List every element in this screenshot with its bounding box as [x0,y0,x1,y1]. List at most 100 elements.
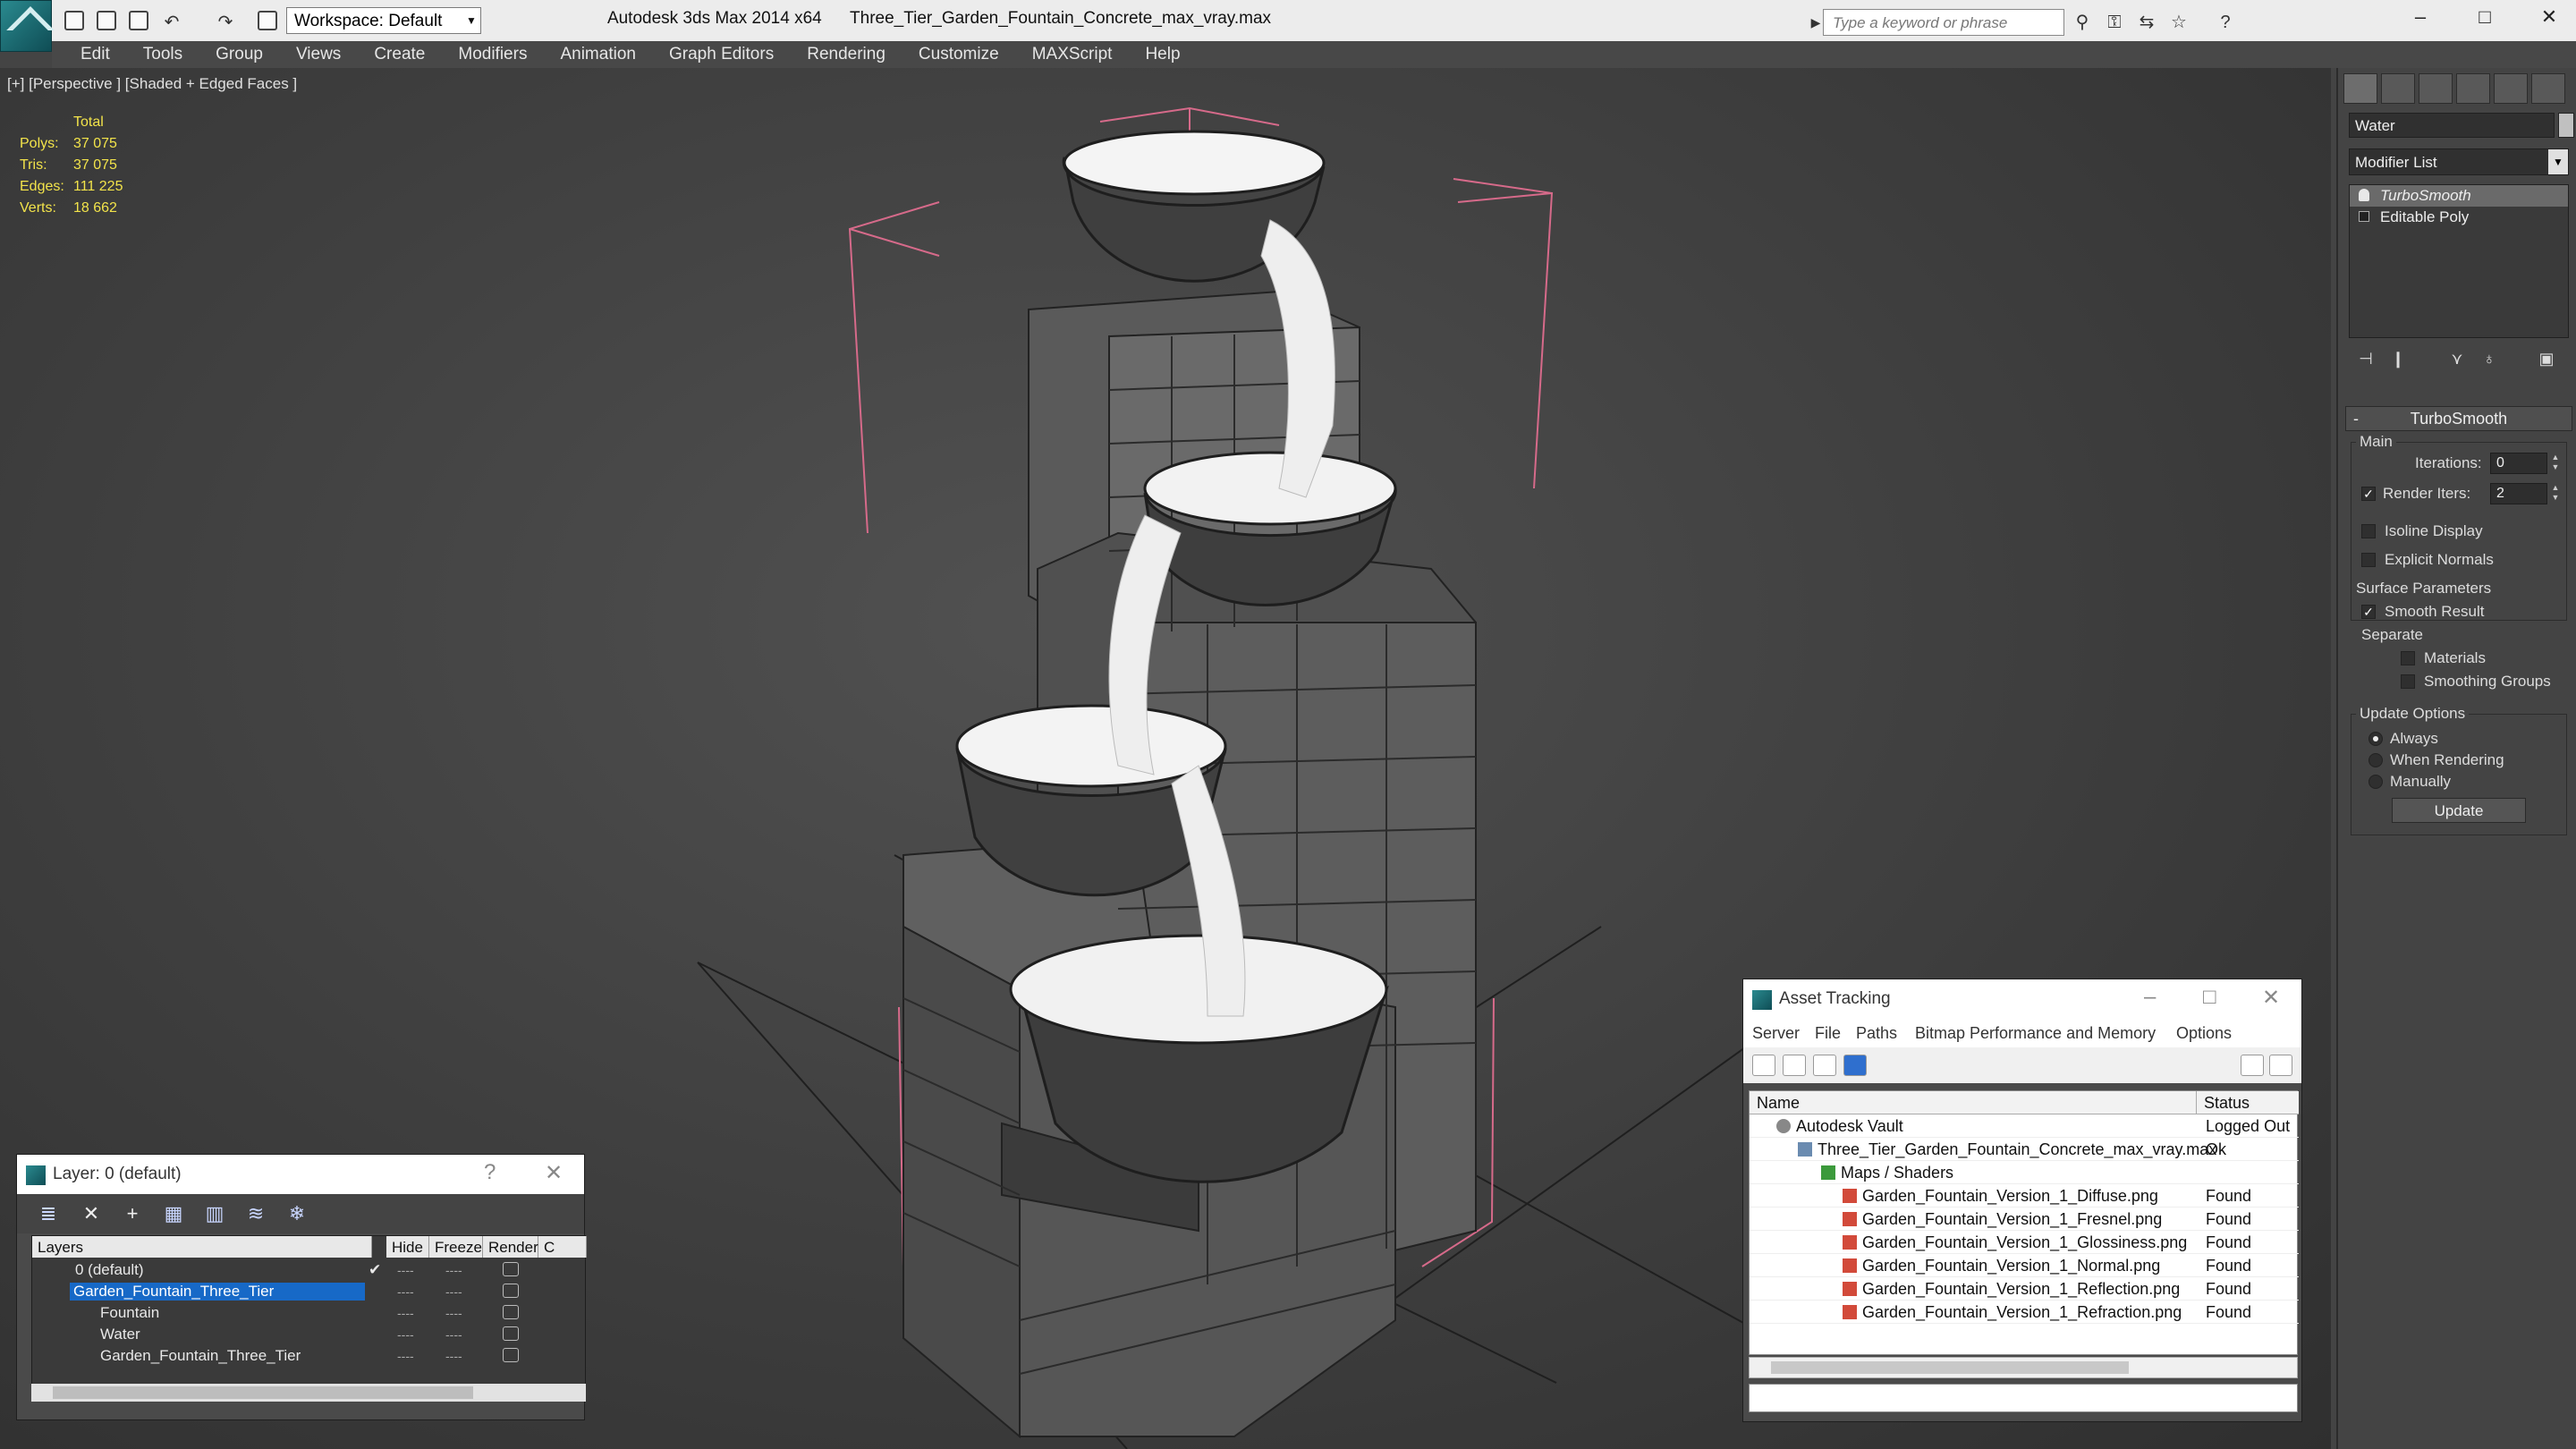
minimize-button[interactable]: – [2402,5,2438,36]
scrollbar-thumb[interactable] [53,1386,473,1399]
image-view-icon[interactable] [1813,1055,1836,1076]
menu-file[interactable]: File [1815,1024,1841,1043]
hierarchy-tab-icon[interactable] [2419,73,2453,104]
hide-all-icon[interactable]: ≋ [244,1203,267,1224]
column-header[interactable]: Hide [386,1236,429,1258]
hide-toggle[interactable]: ---- [397,1284,414,1299]
asset-row[interactable]: Maps / Shaders [1750,1161,2299,1184]
close-button[interactable]: ✕ [545,1160,563,1186]
help-icon[interactable]: ? [2215,13,2236,32]
column-header[interactable]: Status [2197,1091,2299,1114]
menu-animation[interactable]: Animation [546,41,650,68]
materials-checkbox[interactable] [2401,651,2415,665]
smooth-result-checkbox[interactable]: ✓ [2361,605,2376,619]
close-button[interactable]: ✕ [2531,5,2567,36]
column-header[interactable]: Layers [32,1236,372,1258]
settings-icon[interactable] [2269,1055,2292,1076]
stack-item-editable-poly[interactable]: Editable Poly [2350,207,2568,228]
render-iters-spinner[interactable]: 2 [2490,483,2547,504]
star-icon[interactable]: ☆ [2168,13,2190,32]
expand-icon[interactable] [2359,211,2369,222]
spinner-arrows-icon[interactable]: ▲ ▼ [2549,483,2562,504]
list-view-icon[interactable] [1783,1055,1806,1076]
column-header[interactable]: Render [483,1236,538,1258]
add-icon[interactable]: + [121,1203,144,1224]
highlight-icon[interactable]: ▥ [203,1203,226,1224]
asset-row[interactable]: Garden_Fountain_Version_1_Reflection.png… [1750,1277,2299,1301]
manually-radio[interactable] [2368,775,2383,789]
pin-stack-icon[interactable]: ⊣ [2352,347,2379,370]
menu-graph-editors[interactable]: Graph Editors [655,41,788,68]
search-input[interactable]: Type a keyword or phrase [1823,9,2064,36]
render-teapot-icon[interactable] [503,1305,519,1319]
column-header[interactable]: Name [1750,1091,2197,1114]
asset-row[interactable]: Garden_Fountain_Version_1_Diffuse.png Fo… [1750,1184,2299,1208]
menu-modifiers[interactable]: Modifiers [444,41,541,68]
asset-window-titlebar[interactable]: Asset Tracking – □ ✕ [1743,979,2301,1019]
exchange-icon[interactable]: ⇆ [2136,13,2157,32]
render-iters-checkbox[interactable]: ✓ [2361,487,2376,501]
isoline-display-checkbox[interactable] [2361,524,2376,538]
perspective-viewport[interactable]: [+] [Perspective ] [Shaded + Edged Faces… [0,68,2331,1449]
hide-toggle[interactable]: ---- [397,1263,414,1277]
render-teapot-icon[interactable] [503,1262,519,1276]
table-view-icon[interactable] [1843,1055,1867,1076]
asset-row[interactable]: Three_Tier_Garden_Fountain_Concrete_max_… [1750,1138,2299,1161]
create-tab-icon[interactable] [2343,73,2377,104]
when-rendering-radio[interactable] [2368,753,2383,767]
render-teapot-icon[interactable] [503,1284,519,1298]
scrollbar-thumb[interactable] [1771,1361,2129,1374]
layer-row[interactable]: Fountain ---- ---- [32,1302,587,1324]
render-teapot-icon[interactable] [503,1348,519,1362]
menu-server[interactable]: Server [1752,1024,1800,1043]
layer-window-titlebar[interactable]: Layer: 0 (default) ? ✕ [17,1155,584,1194]
asset-row[interactable]: Garden_Fountain_Version_1_Fresnel.png Fo… [1750,1208,2299,1231]
freeze-toggle[interactable]: ---- [445,1263,462,1277]
utilities-tab-icon[interactable] [2531,73,2565,104]
freeze-toggle[interactable]: ---- [445,1349,462,1363]
menu-views[interactable]: Views [282,41,355,68]
asset-row[interactable]: Garden_Fountain_Version_1_Refraction.png… [1750,1301,2299,1324]
always-radio[interactable] [2368,732,2383,746]
menu-rendering[interactable]: Rendering [792,41,900,68]
delete-icon[interactable]: ✕ [80,1203,103,1224]
asset-row[interactable]: Autodesk Vault Logged Out [1750,1114,2299,1138]
layer-row[interactable]: Garden_Fountain_Three_Tier ---- ---- [32,1345,587,1367]
freeze-toggle[interactable]: ---- [445,1306,462,1320]
hide-toggle[interactable]: ---- [397,1327,414,1342]
freeze-toggle[interactable]: ---- [445,1284,462,1299]
menu-help[interactable]: Help [1131,41,1194,68]
menu-edit[interactable]: Edit [66,41,124,68]
freeze-toggle[interactable]: ---- [445,1327,462,1342]
column-header[interactable]: Freeze [429,1236,483,1258]
spinner-arrows-icon[interactable]: ▲ ▼ [2549,453,2562,474]
menu-maxscript[interactable]: MAXScript [1018,41,1127,68]
viewport-label[interactable]: [+] [Perspective ] [Shaded + Edged Faces… [7,75,297,93]
maximize-button[interactable]: □ [2203,985,2216,1010]
close-button[interactable]: ✕ [2262,985,2280,1011]
object-name-field[interactable]: Water [2349,113,2555,138]
layer-manager-icon[interactable]: ≣ [37,1203,60,1224]
make-unique-icon[interactable]: ⋎ [2444,347,2470,370]
help-button[interactable]: ? [484,1160,496,1185]
horizontal-scrollbar[interactable] [1749,1357,2298,1378]
turbosmooth-rollout-header[interactable]: - TurboSmooth [2345,406,2572,431]
modify-tab-icon[interactable] [2381,73,2415,104]
configure-sets-icon[interactable]: ▣ [2533,347,2560,370]
menu-bitmap-performance[interactable]: Bitmap Performance and Memory [1915,1024,2156,1043]
remove-modifier-icon[interactable]: ♁ [2476,347,2503,370]
hide-toggle[interactable]: ---- [397,1349,414,1363]
show-end-result-icon[interactable]: ❙ [2385,347,2411,370]
motion-tab-icon[interactable] [2456,73,2490,104]
asset-row[interactable]: Garden_Fountain_Version_1_Normal.png Fou… [1750,1254,2299,1277]
render-teapot-icon[interactable] [503,1326,519,1341]
menu-customize[interactable]: Customize [904,41,1013,68]
horizontal-scrollbar[interactable] [31,1384,586,1402]
update-button[interactable]: Update [2392,798,2526,823]
modifier-list-dropdown[interactable]: Modifier List ▼ [2349,148,2569,175]
chevron-down-icon[interactable]: ▼ [2548,149,2568,174]
menu-tools[interactable]: Tools [129,41,197,68]
maximize-button[interactable]: □ [2467,5,2503,36]
smoothing-groups-checkbox[interactable] [2401,674,2415,689]
key-icon[interactable]: ⚿ [2104,13,2125,32]
